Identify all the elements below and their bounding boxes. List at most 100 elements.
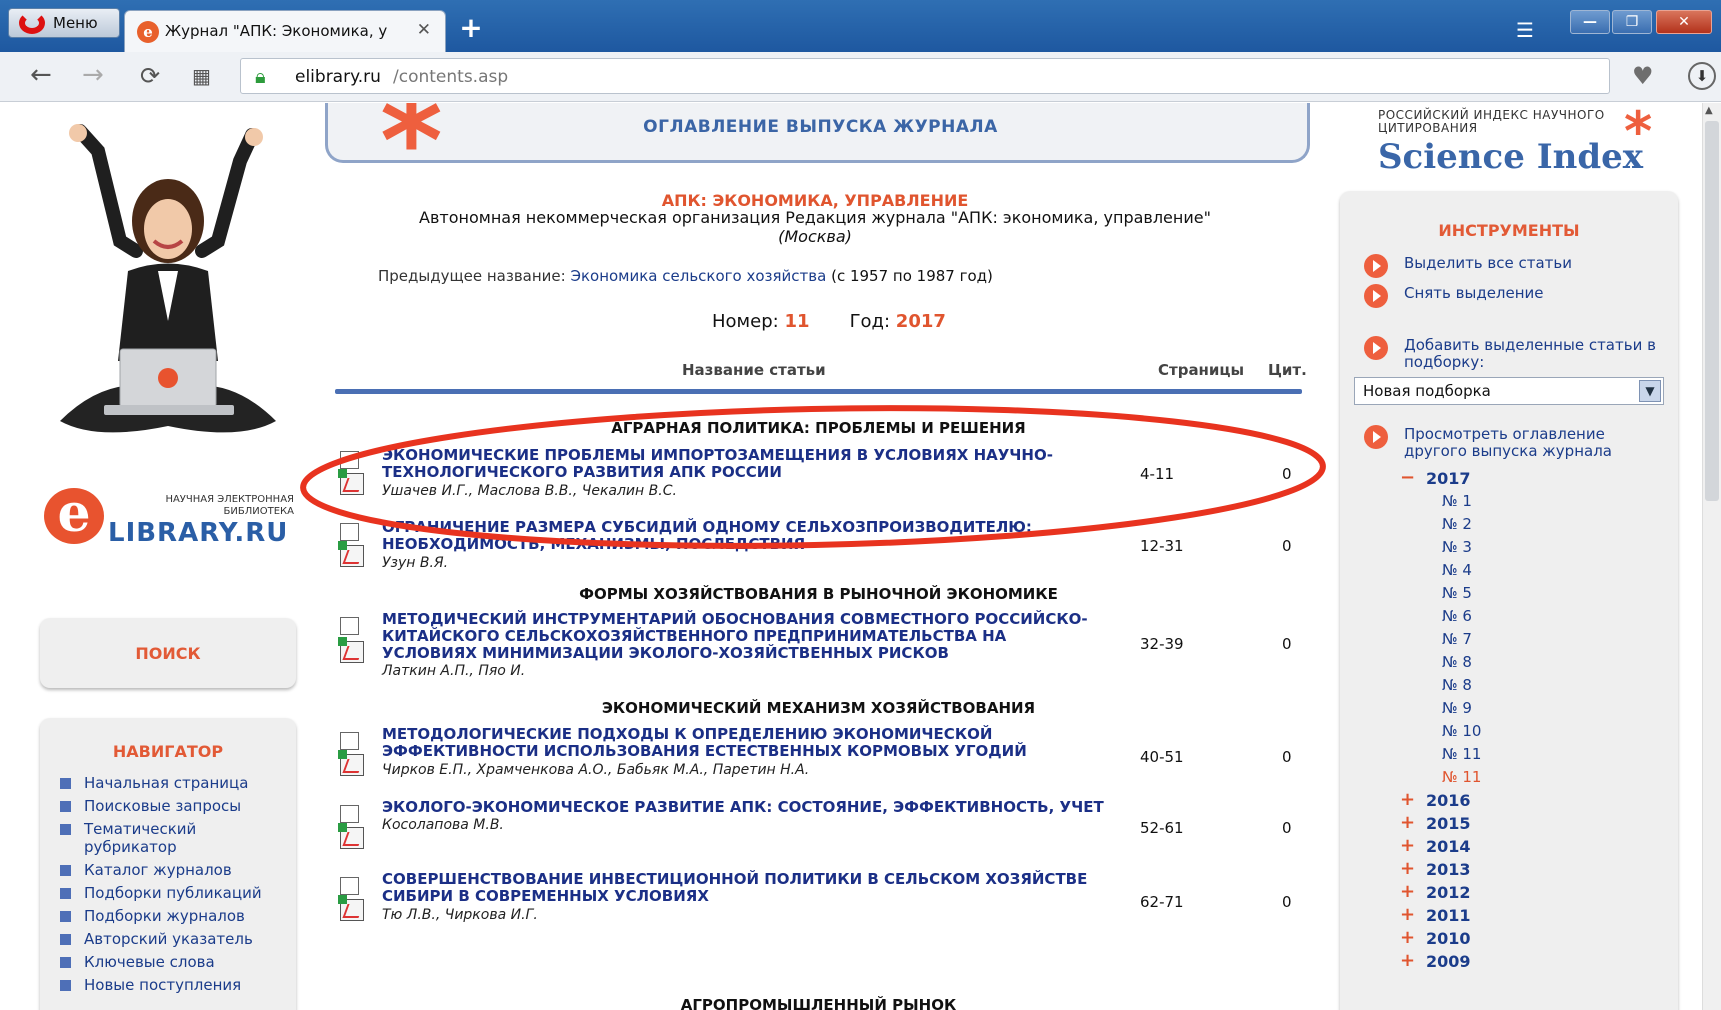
collection-select[interactable]: Новая подборка ▼ (1354, 377, 1664, 405)
article-title[interactable]: ОГРАНИЧЕНИЕ РАЗМЕРА СУБСИДИЙ ОДНОМУ СЕЛЬ… (382, 519, 1102, 553)
scrollbar-thumb[interactable] (1705, 121, 1719, 501)
asterisk-icon: * (1624, 103, 1653, 163)
browser-tab[interactable]: e Журнал "АПК: Экономика, у ✕ (124, 10, 446, 52)
issue-link[interactable]: № 3 (1442, 538, 1472, 556)
unselect-link[interactable]: Снять выделение (1364, 284, 1664, 308)
article-title[interactable]: ЭКОНОМИЧЕСКИЕ ПРОБЛЕМЫ ИМПОРТОЗАМЕЩЕНИЯ … (382, 447, 1102, 481)
previous-name-link[interactable]: Экономика сельского хозяйства (570, 267, 826, 285)
article-checkbox[interactable] (340, 805, 359, 823)
url-host: elibrary.ru (295, 67, 381, 87)
column-header-title: Название статьи (682, 361, 826, 379)
issue-link[interactable]: № 7 (1442, 630, 1472, 648)
expand-plus-icon[interactable]: + (1400, 904, 1415, 925)
page-title: ОГЛАВЛЕНИЕ ВЫПУСКА ЖУРНАЛА (643, 117, 998, 137)
opera-menu-button[interactable]: Меню (8, 8, 120, 38)
article-citations: 0 (1282, 893, 1292, 911)
tab-list-icon[interactable]: ☰ (1516, 18, 1534, 42)
year-link[interactable]: 2009 (1426, 952, 1471, 971)
chevron-down-icon[interactable]: ▼ (1639, 380, 1661, 402)
pdf-icon[interactable] (338, 823, 364, 849)
pdf-icon[interactable] (338, 637, 364, 663)
issue-link[interactable]: № 8 (1442, 676, 1472, 694)
expand-plus-icon[interactable]: + (1400, 835, 1415, 856)
page-content: e НАУЧНАЯ ЭЛЕКТРОННАЯ БИБЛИОТЕКА LIBRARY… (0, 103, 1721, 1010)
arrow-circle-icon (1364, 336, 1388, 360)
expand-plus-icon[interactable]: + (1400, 881, 1415, 902)
article-checkbox[interactable] (340, 877, 359, 895)
collapse-minus-icon[interactable]: − (1400, 467, 1415, 488)
expand-plus-icon[interactable]: + (1400, 858, 1415, 879)
article-title[interactable]: СОВЕРШЕНСТВОВАНИЕ ИНВЕСТИЦИОННОЙ ПОЛИТИК… (382, 871, 1102, 905)
header-banner: * ОГЛАВЛЕНИЕ ВЫПУСКА ЖУРНАЛА (325, 103, 1310, 203)
address-bar[interactable]: 🔒︎ elibrary.ru /contents.asp (240, 58, 1610, 94)
article-checkbox[interactable] (340, 523, 359, 541)
url-path: /contents.asp (393, 67, 509, 87)
year-link[interactable]: 2013 (1426, 860, 1471, 879)
tab-title: Журнал "АПК: Экономика, у (165, 22, 388, 40)
reload-icon[interactable]: ⟳ (140, 62, 160, 90)
maximize-button[interactable]: ❐ (1612, 10, 1652, 34)
year-link[interactable]: 2010 (1426, 929, 1471, 948)
article-checkbox[interactable] (340, 617, 359, 635)
new-tab-button[interactable]: + (456, 14, 486, 44)
back-arrow-icon[interactable]: ← (30, 60, 52, 90)
year-link[interactable]: 2012 (1426, 883, 1471, 902)
scroll-up-icon[interactable]: ▲ (1705, 105, 1713, 116)
nav-item-journal-catalog[interactable]: Каталог журналов (60, 861, 290, 879)
issue-link[interactable]: № 10 (1442, 722, 1481, 740)
issue-link[interactable]: № 4 (1442, 561, 1472, 579)
nav-item-rubricator[interactable]: Тематический рубрикатор (60, 820, 290, 856)
bookmark-heart-icon[interactable]: ♥ (1632, 62, 1654, 90)
pdf-icon[interactable] (338, 750, 364, 776)
page-scrollbar[interactable]: ▲ (1702, 103, 1721, 1010)
expand-plus-icon[interactable]: + (1400, 927, 1415, 948)
nav-item-keywords[interactable]: Ключевые слова (60, 953, 290, 971)
year-link[interactable]: 2016 (1426, 791, 1471, 810)
search-panel[interactable]: ПОИСК (40, 618, 296, 688)
article-title[interactable]: МЕТОДОЛОГИЧЕСКИЕ ПОДХОДЫ К ОПРЕДЕЛЕНИЮ Э… (382, 726, 1102, 760)
nav-item-author-index[interactable]: Авторский указатель (60, 930, 290, 948)
expand-plus-icon[interactable]: + (1400, 950, 1415, 971)
article-checkbox[interactable] (340, 732, 359, 750)
elibrary-logo[interactable]: e НАУЧНАЯ ЭЛЕКТРОННАЯ БИБЛИОТЕКА LIBRARY… (44, 488, 294, 548)
close-window-button[interactable]: ✕ (1656, 10, 1712, 34)
article-title[interactable]: МЕТОДИЧЕСКИЙ ИНСТРУМЕНТАРИЙ ОБОСНОВАНИЯ … (382, 611, 1102, 662)
nav-item-new-arrivals[interactable]: Новые поступления (60, 976, 290, 994)
minimize-button[interactable]: — (1570, 10, 1610, 34)
issue-link[interactable]: № 2 (1442, 515, 1472, 533)
pdf-icon[interactable] (338, 541, 364, 567)
view-other-issue-link[interactable]: Просмотреть оглавление другого выпуска ж… (1364, 425, 1664, 460)
issue-link[interactable]: № 5 (1442, 584, 1472, 602)
year-2017[interactable]: 2017 (1426, 469, 1471, 488)
nav-item-home[interactable]: Начальная страница (60, 774, 290, 792)
search-link[interactable]: ПОИСК (40, 644, 296, 663)
section-heading: АГРОПРОМЫШЛЕННЫЙ РЫНОК (680, 996, 957, 1010)
add-to-collection-link[interactable]: Добавить выделенные статьи в подборку: (1364, 336, 1664, 371)
year-link[interactable]: 2014 (1426, 837, 1471, 856)
issue-link-current[interactable]: № 11 (1442, 768, 1481, 786)
year-link[interactable]: 2011 (1426, 906, 1471, 925)
forward-arrow-icon[interactable]: → (82, 60, 104, 90)
science-index-logo[interactable]: РОССИЙСКИЙ ИНДЕКС НАУЧНОГО ЦИТИРОВАНИЯ S… (1378, 103, 1678, 178)
nav-item-publication-collections[interactable]: Подборки публикаций (60, 884, 290, 902)
issue-link[interactable]: № 11 (1442, 745, 1481, 763)
article-row: МЕТОДОЛОГИЧЕСКИЕ ПОДХОДЫ К ОПРЕДЕЛЕНИЮ Э… (338, 726, 1300, 786)
nav-item-search-queries[interactable]: Поисковые запросы (60, 797, 290, 815)
pdf-icon[interactable] (338, 469, 364, 495)
expand-plus-icon[interactable]: + (1400, 789, 1415, 810)
select-all-articles-link[interactable]: Выделить все статьи (1364, 254, 1664, 278)
speed-dial-icon[interactable]: ▦ (192, 64, 211, 88)
navigator-list: Начальная страница Поисковые запросы Тем… (60, 774, 290, 999)
article-title[interactable]: ЭКОЛОГО-ЭКОНОМИЧЕСКОЕ РАЗВИТИЕ АПК: СОСТ… (382, 799, 1142, 816)
issue-link[interactable]: № 9 (1442, 699, 1472, 717)
pdf-icon[interactable] (338, 895, 364, 921)
nav-item-journal-collections[interactable]: Подборки журналов (60, 907, 290, 925)
download-icon[interactable]: ⬇ (1688, 62, 1716, 90)
issue-link[interactable]: № 1 (1442, 492, 1472, 510)
expand-plus-icon[interactable]: + (1400, 812, 1415, 833)
issue-link[interactable]: № 6 (1442, 607, 1472, 625)
issue-link[interactable]: № 8 (1442, 653, 1472, 671)
year-link[interactable]: 2015 (1426, 814, 1471, 833)
tab-close-icon[interactable]: ✕ (417, 20, 431, 40)
article-checkbox[interactable] (340, 451, 359, 469)
